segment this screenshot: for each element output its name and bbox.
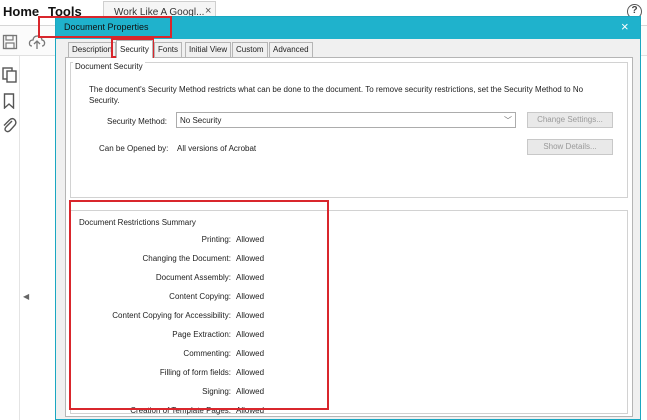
tab-custom[interactable]: Custom (232, 42, 268, 57)
security-method-label: Security Method: (107, 117, 168, 126)
bookmark-icon[interactable] (3, 93, 15, 109)
security-method-value: No Security (180, 116, 222, 125)
opened-by-value: All versions of Acrobat (177, 144, 257, 153)
menu-home[interactable]: Home (3, 4, 39, 19)
show-details-button[interactable]: Show Details... (527, 139, 613, 155)
security-description: The document's Security Method restricts… (89, 85, 584, 105)
opened-by-label: Can be Opened by: (99, 144, 169, 153)
tab-security[interactable]: Security (116, 40, 153, 58)
tab-description[interactable]: Description (68, 42, 117, 57)
tab-advanced[interactable]: Advanced (269, 42, 313, 57)
pages-icon[interactable] (2, 67, 17, 83)
document-security-group: Document Security The document's Securit… (70, 62, 628, 198)
left-rail (0, 56, 20, 420)
save-icon[interactable] (2, 34, 18, 50)
security-method-select[interactable]: No Security ﹀ (176, 112, 516, 128)
highlight-restrictions-summary (69, 200, 329, 410)
tab-initial-view[interactable]: Initial View (185, 42, 232, 57)
tab-fonts[interactable]: Fonts (154, 42, 183, 57)
document-security-legend: Document Security (73, 62, 145, 71)
paperclip-icon[interactable] (1, 116, 17, 134)
highlight-dialog-title (38, 16, 172, 38)
chevron-left-icon[interactable]: ◀ (23, 292, 29, 301)
chevron-down-icon[interactable]: ﹀ (504, 115, 512, 126)
close-icon[interactable]: × (621, 19, 629, 34)
change-settings-button[interactable]: Change Settings... (527, 112, 613, 128)
